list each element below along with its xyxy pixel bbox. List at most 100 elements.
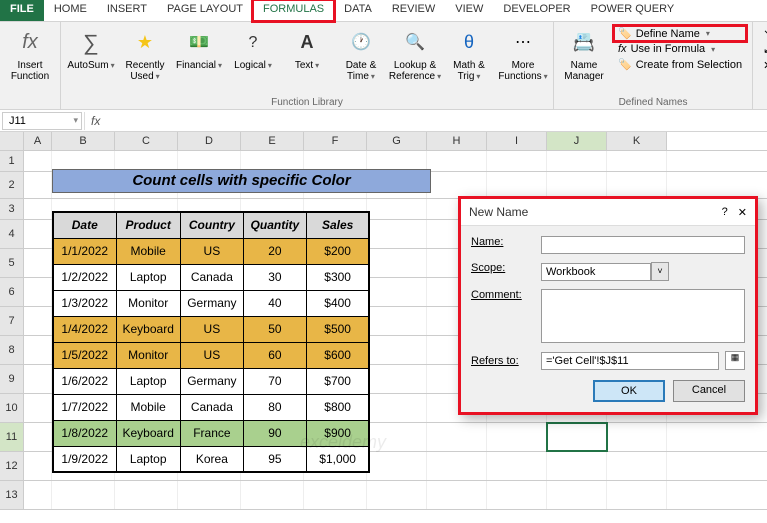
cell-K12[interactable]: [607, 452, 667, 480]
cell-J12[interactable]: [547, 452, 607, 480]
cell-J13[interactable]: [547, 481, 607, 509]
cell-I12[interactable]: [487, 452, 547, 480]
row-header-12[interactable]: 12: [0, 452, 24, 480]
cancel-button[interactable]: Cancel: [673, 380, 745, 402]
scope-dropdown-button[interactable]: ˅: [651, 262, 669, 281]
cell-A13[interactable]: [24, 481, 52, 509]
tab-power-query[interactable]: POWER QUERY: [581, 0, 685, 21]
tab-page-layout[interactable]: PAGE LAYOUT: [157, 0, 253, 21]
cell-K2[interactable]: [607, 172, 667, 198]
col-header-C[interactable]: C: [115, 132, 178, 150]
cell-C1[interactable]: [115, 151, 178, 171]
remove-arrows-button[interactable]: ✕Ren: [759, 58, 767, 73]
cell-G13[interactable]: [367, 481, 427, 509]
row-header-8[interactable]: 8: [0, 336, 24, 364]
cell-G6[interactable]: [367, 278, 427, 306]
create-from-selection-button[interactable]: 🏷️ Create from Selection: [614, 57, 746, 72]
formula-input[interactable]: [106, 113, 767, 129]
scope-select[interactable]: Workbook: [541, 263, 651, 281]
cell-A12[interactable]: [24, 452, 52, 480]
lookup-reference-button[interactable]: 🔍 Lookup & Reference▾: [389, 24, 441, 92]
cell-G7[interactable]: [367, 307, 427, 335]
cell-A2[interactable]: [24, 172, 52, 198]
cell-I13[interactable]: [487, 481, 547, 509]
cell-E1[interactable]: [241, 151, 304, 171]
cell-F13[interactable]: [304, 481, 367, 509]
fx-button[interactable]: fx: [85, 114, 106, 128]
cell-G11[interactable]: [367, 423, 427, 451]
name-input[interactable]: [541, 236, 745, 254]
cell-G10[interactable]: [367, 394, 427, 422]
cell-C13[interactable]: [115, 481, 178, 509]
col-header-D[interactable]: D: [178, 132, 241, 150]
cell-B13[interactable]: [52, 481, 115, 509]
financial-button[interactable]: 💵 Financial▾: [173, 24, 225, 92]
row-header-4[interactable]: 4: [0, 220, 24, 248]
cell-I2[interactable]: [487, 172, 547, 198]
cell-B1[interactable]: [52, 151, 115, 171]
col-header-I[interactable]: I: [487, 132, 547, 150]
row-header-6[interactable]: 6: [0, 278, 24, 306]
col-header-A[interactable]: A: [24, 132, 52, 150]
cell-H11[interactable]: [427, 423, 487, 451]
col-header-H[interactable]: H: [427, 132, 487, 150]
cell-A1[interactable]: [24, 151, 52, 171]
cell-H2[interactable]: [427, 172, 487, 198]
row-header-10[interactable]: 10: [0, 394, 24, 422]
range-picker-button[interactable]: ▦: [725, 351, 745, 370]
cell-I1[interactable]: [487, 151, 547, 171]
dialog-close-button[interactable]: ✕: [738, 206, 747, 219]
cell-H12[interactable]: [427, 452, 487, 480]
text-button[interactable]: A Text▾: [281, 24, 333, 92]
row-header-9[interactable]: 9: [0, 365, 24, 393]
cell-K11[interactable]: [607, 423, 667, 451]
col-header-F[interactable]: F: [304, 132, 367, 150]
name-box[interactable]: J11: [2, 112, 82, 130]
cell-J1[interactable]: [547, 151, 607, 171]
tab-developer[interactable]: DEVELOPER: [493, 0, 580, 21]
dialog-help-button[interactable]: ?: [722, 206, 728, 219]
cell-D13[interactable]: [178, 481, 241, 509]
cell-G12[interactable]: [367, 452, 427, 480]
tab-view[interactable]: VIEW: [445, 0, 493, 21]
cell-A8[interactable]: [24, 336, 52, 364]
cell-I11[interactable]: [487, 423, 547, 451]
row-header-1[interactable]: 1: [0, 151, 24, 171]
more-functions-button[interactable]: ⋯ More Functions▾: [497, 24, 549, 92]
row-header-2[interactable]: 2: [0, 172, 24, 198]
trace-dependents-button[interactable]: ↙Trac: [759, 42, 767, 57]
cell-A3[interactable]: [24, 199, 52, 219]
cell-G4[interactable]: [367, 220, 427, 248]
tab-home[interactable]: HOME: [44, 0, 97, 21]
cell-E13[interactable]: [241, 481, 304, 509]
tab-review[interactable]: REVIEW: [382, 0, 445, 21]
autosum-button[interactable]: ∑ AutoSum▾: [65, 24, 117, 92]
comment-input[interactable]: [541, 289, 745, 343]
cell-A7[interactable]: [24, 307, 52, 335]
select-all-corner[interactable]: [0, 132, 24, 150]
tab-file[interactable]: FILE: [0, 0, 44, 21]
name-manager-button[interactable]: 📇 Name Manager: [558, 24, 610, 92]
cell-A4[interactable]: [24, 220, 52, 248]
cell-F1[interactable]: [304, 151, 367, 171]
cell-A11[interactable]: [24, 423, 52, 451]
cell-A5[interactable]: [24, 249, 52, 277]
cell-G9[interactable]: [367, 365, 427, 393]
row-header-13[interactable]: 13: [0, 481, 24, 509]
cell-G3[interactable]: [367, 199, 427, 219]
row-header-7[interactable]: 7: [0, 307, 24, 335]
logical-button[interactable]: ? Logical▾: [227, 24, 279, 92]
define-name-button[interactable]: 🏷️ Define Name▾: [614, 26, 746, 41]
col-header-K[interactable]: K: [607, 132, 667, 150]
cell-G8[interactable]: [367, 336, 427, 364]
insert-function-button[interactable]: fx Insert Function: [4, 24, 56, 92]
ok-button[interactable]: OK: [593, 380, 665, 402]
cell-J11[interactable]: [547, 423, 607, 451]
col-header-E[interactable]: E: [241, 132, 304, 150]
row-header-5[interactable]: 5: [0, 249, 24, 277]
row-header-11[interactable]: 11: [0, 423, 24, 451]
cell-A9[interactable]: [24, 365, 52, 393]
cell-G1[interactable]: [367, 151, 427, 171]
cell-H1[interactable]: [427, 151, 487, 171]
date-time-button[interactable]: 🕐 Date & Time▾: [335, 24, 387, 92]
